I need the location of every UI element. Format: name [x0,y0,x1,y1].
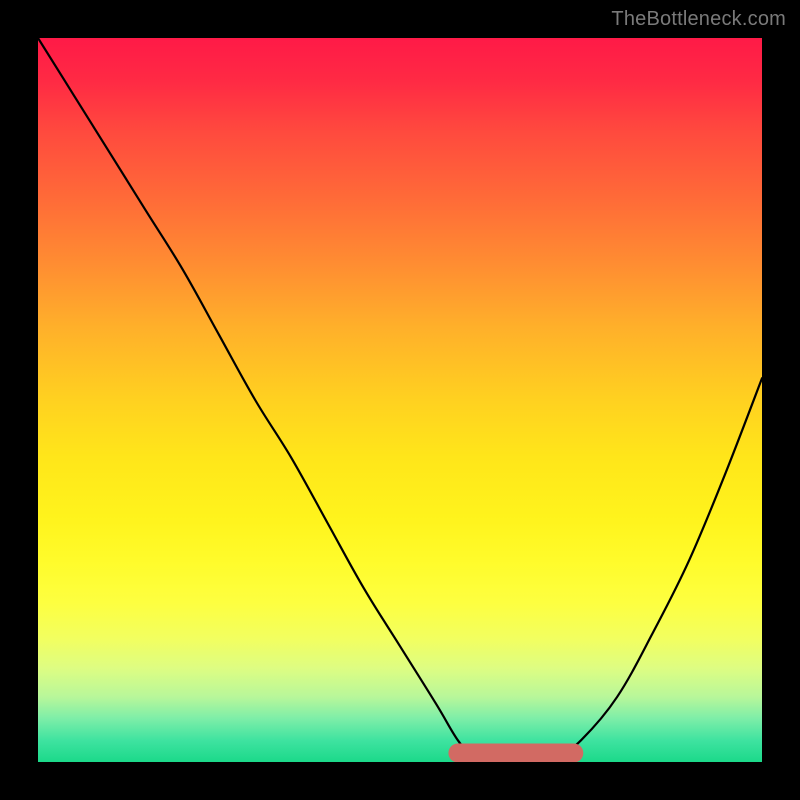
watermark-text: TheBottleneck.com [611,8,786,31]
bottleneck-curve [38,38,762,762]
plot-area [38,38,762,762]
chart-svg [38,38,762,762]
chart-frame: TheBottleneck.com [0,0,800,800]
